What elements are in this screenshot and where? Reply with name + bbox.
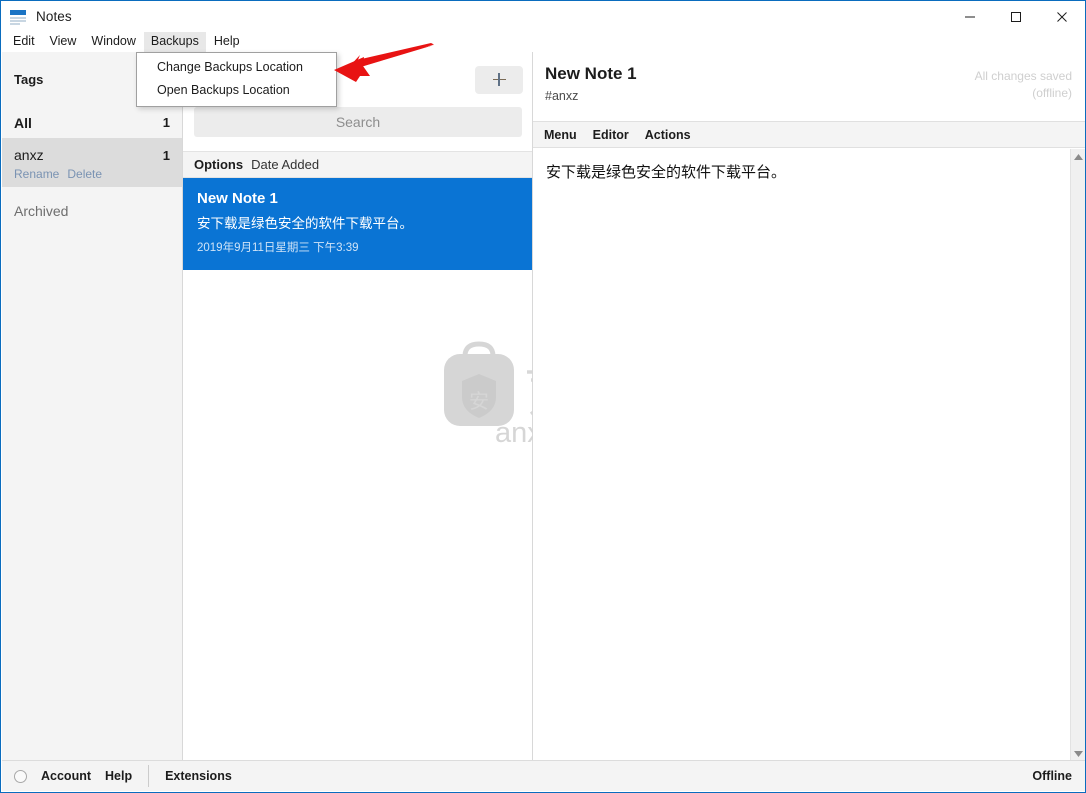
editor-header: New Note 1 #anxz All changes saved (offl…	[533, 52, 1085, 122]
minimize-button[interactable]	[947, 1, 993, 32]
menu-view[interactable]: View	[43, 32, 84, 52]
search-input[interactable]: Search	[194, 107, 522, 137]
backups-dropdown-menu: Change Backups Location Open Backups Loc…	[136, 52, 337, 107]
tag-label-all: All	[14, 114, 32, 131]
editor-text-area[interactable]: 安下载是绿色安全的软件下载平台。	[533, 149, 1085, 762]
editor-menu-menu[interactable]: Menu	[544, 128, 577, 142]
options-button[interactable]: Options	[194, 157, 243, 172]
menu-bar: Edit View Window Backups Help	[2, 32, 1084, 52]
maximize-icon	[1010, 11, 1022, 23]
tag-label-anxz: anxz	[14, 147, 44, 163]
title-bar: Notes	[1, 1, 1085, 32]
note-item-date: 2019年9月11日星期三 下午3:39	[197, 242, 359, 254]
tag-count-all: 1	[162, 115, 170, 130]
main-content: Tags All 1 anxz 1 Rename Delete Archived	[2, 52, 1085, 762]
menu-edit[interactable]: Edit	[6, 32, 42, 52]
sidebar-item-archived[interactable]: Archived	[2, 195, 182, 227]
note-item-preview: 安下载是绿色安全的软件下载平台。	[197, 216, 413, 231]
tags-sidebar: Tags All 1 anxz 1 Rename Delete Archived	[2, 52, 183, 762]
sort-bar: Options Date Added	[183, 151, 532, 178]
notes-app-icon	[10, 9, 26, 25]
editor-scrollbar[interactable]	[1070, 149, 1085, 762]
editor-menu-actions[interactable]: Actions	[645, 128, 691, 142]
window-controls	[947, 1, 1085, 32]
note-item-title: New Note 1	[197, 190, 278, 207]
menu-item-open-backups-location[interactable]: Open Backups Location	[137, 79, 336, 102]
sidebar-item-all[interactable]: All 1	[2, 107, 182, 139]
editor-menu-editor[interactable]: Editor	[593, 128, 629, 142]
status-bar: Account Help Extensions Offline	[2, 760, 1085, 791]
sort-value[interactable]: Date Added	[251, 157, 319, 172]
account-status-icon	[14, 769, 27, 783]
help-button[interactable]: Help	[105, 769, 132, 783]
scroll-up-icon[interactable]	[1071, 149, 1085, 165]
editor-menu-bar: Menu Editor Actions	[533, 122, 1085, 148]
window-title: Notes	[36, 9, 72, 24]
add-note-button[interactable]	[475, 65, 523, 94]
save-status: All changes saved (offline)	[975, 68, 1072, 102]
search-wrapper: Search	[183, 107, 532, 137]
menu-window[interactable]: Window	[84, 32, 142, 52]
note-editor-panel: New Note 1 #anxz All changes saved (offl…	[533, 52, 1085, 762]
note-list-panel: Search Options Date Added New Note 1 安下载…	[183, 52, 660, 762]
close-button[interactable]	[1039, 1, 1085, 32]
close-icon	[1056, 11, 1068, 23]
status-separator	[148, 765, 150, 787]
extensions-button[interactable]: Extensions	[165, 769, 232, 783]
svg-text:安: 安	[469, 389, 489, 413]
menu-help[interactable]: Help	[207, 32, 247, 52]
archived-label: Archived	[14, 203, 69, 219]
notes-app-window: Notes Edit View Window Backups Help Tags…	[0, 0, 1086, 793]
sidebar-item-anxz[interactable]: anxz 1 Rename Delete	[2, 139, 182, 187]
account-button[interactable]: Account	[41, 769, 91, 783]
connection-status: Offline	[1032, 769, 1072, 783]
status-bar-left: Account Help	[2, 769, 132, 783]
menu-backups[interactable]: Backups	[143, 32, 206, 52]
minimize-icon	[964, 11, 976, 23]
save-status-line1: All changes saved	[974, 69, 1072, 83]
menu-item-change-backups-location[interactable]: Change Backups Location	[137, 56, 336, 79]
tag-count-anxz: 1	[162, 147, 170, 163]
list-item[interactable]: New Note 1 安下载是绿色安全的软件下载平台。 2019年9月11日星期…	[183, 178, 532, 270]
plus-icon	[492, 73, 506, 86]
maximize-button[interactable]	[993, 1, 1039, 32]
save-status-line2: (offline)	[1032, 86, 1072, 100]
